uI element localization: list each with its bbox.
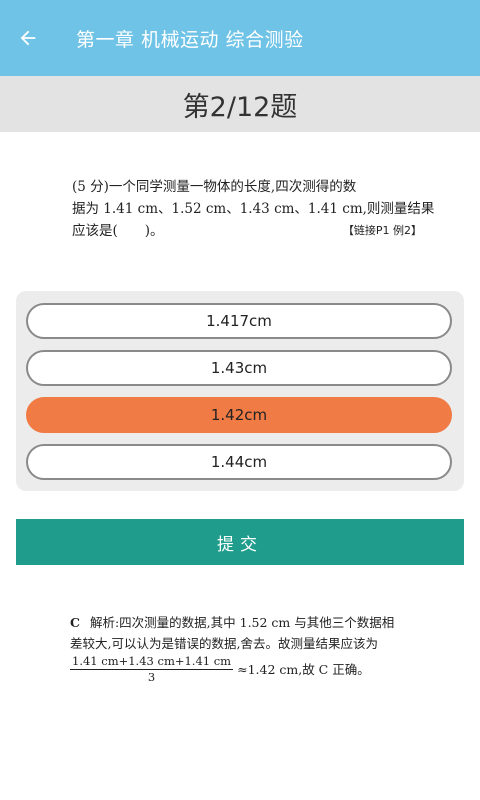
question-counter-bar: 第2/12题 (0, 76, 480, 132)
submit-button[interactable]: 提交 (16, 519, 464, 565)
arrow-left-icon (20, 30, 36, 46)
question-line-3: 应该是( )。 【链接P1 例2】 (72, 220, 422, 242)
analysis-line-3: 1.41 cm+1.43 cm+1.41 cm 3 ≈1.42 cm,故 C 正… (70, 654, 370, 685)
link-tag: 【链接P1 例2】 (342, 224, 422, 237)
fraction-denominator: 3 (147, 670, 156, 684)
option-c[interactable]: 1.42cm (26, 397, 452, 433)
option-b[interactable]: 1.43cm (26, 350, 452, 386)
option-d[interactable]: 1.44cm (26, 444, 452, 480)
back-button[interactable] (0, 0, 56, 76)
option-a[interactable]: 1.417cm (26, 303, 452, 339)
question-text: (5 分)一个同学测量一物体的长度,四次测得的数 据为 1.41 cm、1.52… (72, 176, 435, 242)
analysis-line-1: C 解析:四次测量的数据,其中 1.52 cm 与其他三个数据相 (70, 615, 395, 630)
app-bar: 第一章 机械运动 综合测验 (0, 0, 480, 76)
question-line-2: 据为 1.41 cm、1.52 cm、1.43 cm、1.41 cm,则测量结果 (72, 201, 435, 217)
fraction: 1.41 cm+1.43 cm+1.41 cm 3 (70, 654, 234, 685)
answer-letter: C (70, 615, 80, 630)
analysis-line-2: 差较大,可以认为是错误的数据,舍去。故测量结果应该为 (70, 636, 378, 651)
question-line-1: (5 分)一个同学测量一物体的长度,四次测得的数 (72, 179, 357, 195)
fraction-numerator: 1.41 cm+1.43 cm+1.41 cm (70, 654, 234, 670)
analysis-text: C 解析:四次测量的数据,其中 1.52 cm 与其他三个数据相 差较大,可以认为… (70, 612, 420, 685)
page-title: 第一章 机械运动 综合测验 (76, 28, 304, 51)
options-panel: 1.417cm 1.43cm 1.42cm 1.44cm (16, 291, 464, 491)
question-counter: 第2/12题 (182, 91, 298, 123)
